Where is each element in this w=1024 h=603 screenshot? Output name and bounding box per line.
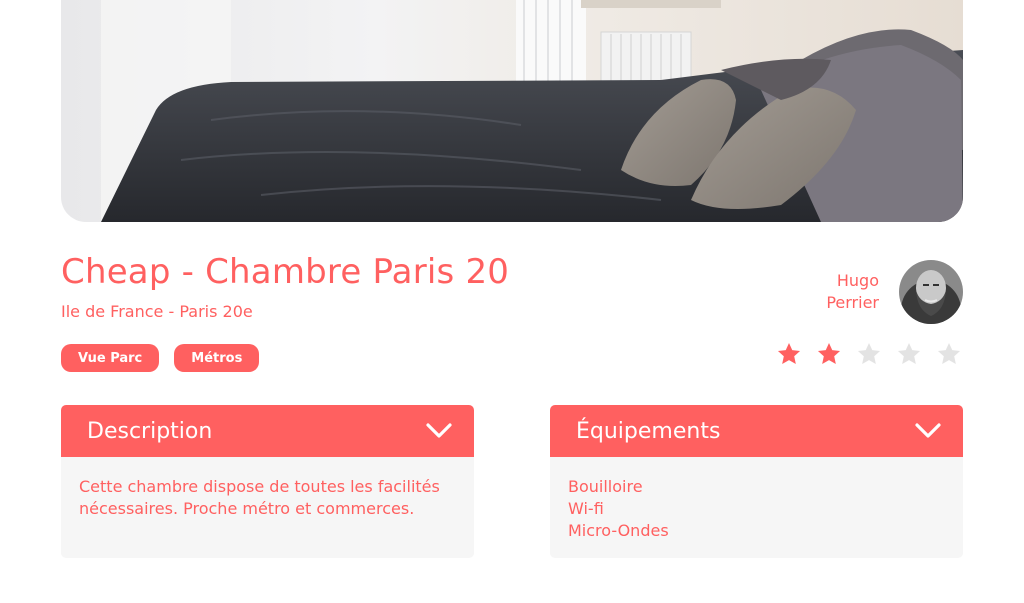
- listing-photo: [61, 0, 963, 222]
- tag: Métros: [174, 344, 260, 372]
- host-last-name: Perrier: [826, 293, 879, 312]
- host-name: Hugo Perrier: [826, 270, 879, 314]
- description-toggle[interactable]: Description: [61, 405, 474, 457]
- equipments-collapse: Équipements Bouilloire Wi-fi Micro-Ondes: [550, 405, 963, 558]
- description-collapse: Description Cette chambre dispose de tou…: [61, 405, 474, 558]
- star-icon: [817, 342, 841, 364]
- host-avatar: [899, 260, 963, 324]
- listing-title: Cheap - Chambre Paris 20: [61, 252, 510, 292]
- tag-list: Vue Parc Métros: [61, 344, 260, 372]
- description-content: Cette chambre dispose de toutes les faci…: [61, 457, 474, 558]
- equipments-content: Bouilloire Wi-fi Micro-Ondes: [550, 457, 963, 558]
- listing-location: Ile de France - Paris 20e: [61, 302, 253, 321]
- tag: Vue Parc: [61, 344, 160, 372]
- equipment-item: Micro-Ondes: [568, 521, 669, 540]
- equipments-title: Équipements: [576, 418, 721, 444]
- equipments-toggle[interactable]: Équipements: [550, 405, 963, 457]
- chevron-down-icon[interactable]: [426, 423, 452, 439]
- equipment-item: Bouilloire: [568, 477, 643, 496]
- star-icon: [937, 342, 961, 364]
- star-icon: [777, 342, 801, 364]
- chevron-down-icon[interactable]: [915, 423, 941, 439]
- equipment-item: Wi-fi: [568, 499, 604, 518]
- rating-stars: [776, 341, 962, 367]
- host-first-name: Hugo: [836, 271, 879, 290]
- star-icon: [857, 342, 881, 364]
- star-icon: [897, 342, 921, 364]
- description-text: Cette chambre dispose de toutes les faci…: [79, 477, 440, 518]
- host-info: Hugo Perrier: [826, 260, 963, 324]
- description-title: Description: [87, 418, 213, 444]
